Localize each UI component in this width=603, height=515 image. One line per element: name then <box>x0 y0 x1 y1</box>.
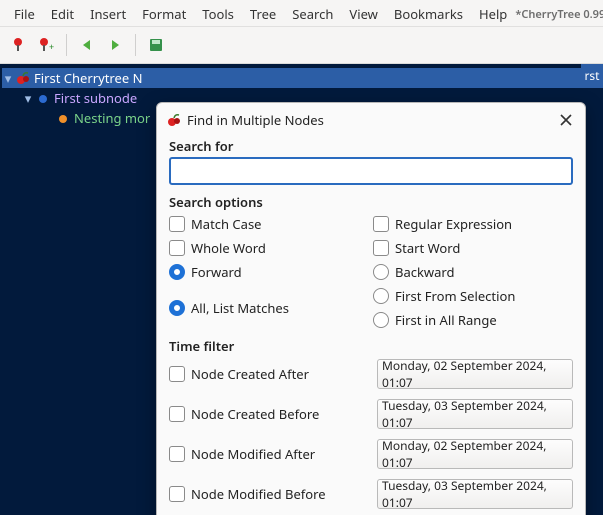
expand-icon[interactable]: ▾ <box>2 68 14 88</box>
date-modified-before-button[interactable]: Tuesday, 03 September 2024, 01:07 <box>377 479 573 509</box>
opt-whole-word[interactable]: Whole Word <box>169 239 369 257</box>
tree-node-label: First subnode <box>52 88 137 108</box>
search-for-label: Search for <box>169 137 573 155</box>
checkbox-icon[interactable] <box>169 366 185 382</box>
radio-icon[interactable] <box>169 264 185 280</box>
opt-backward[interactable]: Backward <box>373 263 573 281</box>
pin-red-icon[interactable] <box>6 33 30 57</box>
opt-label: Regular Expression <box>395 215 512 233</box>
menu-view[interactable]: View <box>341 3 385 25</box>
tree-node-label: Nesting mor <box>72 108 150 128</box>
cherry-icon <box>165 113 183 127</box>
time-filter-label: Time filter <box>169 337 573 355</box>
menu-file[interactable]: File <box>6 3 43 25</box>
radio-icon[interactable] <box>373 264 389 280</box>
opt-label: Node Modified After <box>191 445 315 463</box>
nav-back-icon[interactable] <box>75 33 99 57</box>
menu-search[interactable]: Search <box>284 3 341 25</box>
opt-created-before[interactable]: Node Created Before <box>169 405 369 423</box>
toolbar: + <box>0 27 603 64</box>
opt-label: All, List Matches <box>191 299 289 317</box>
opt-label: First in All Range <box>395 311 497 329</box>
checkbox-icon[interactable] <box>169 446 185 462</box>
opt-label: Whole Word <box>191 239 266 257</box>
dialog-titlebar[interactable]: Find in Multiple Nodes <box>165 109 577 131</box>
expand-icon[interactable]: ▾ <box>22 88 34 108</box>
toolbar-separator <box>66 34 67 56</box>
menu-tools[interactable]: Tools <box>194 3 242 25</box>
radio-icon[interactable] <box>169 300 185 316</box>
cherry-orange-icon <box>54 111 72 125</box>
menu-insert[interactable]: Insert <box>82 3 134 25</box>
tree-node-label: First Cherrytree N <box>32 68 142 88</box>
opt-label: Node Created After <box>191 365 309 383</box>
opt-label: Start Word <box>395 239 460 257</box>
checkbox-icon[interactable] <box>373 216 389 232</box>
opt-created-after[interactable]: Node Created After <box>169 365 369 383</box>
checkbox-icon[interactable] <box>169 486 185 502</box>
nav-forward-icon[interactable] <box>103 33 127 57</box>
time-filter-grid: Node Created After Monday, 02 September … <box>169 359 573 509</box>
menu-format[interactable]: Format <box>134 3 194 25</box>
opt-start-word[interactable]: Start Word <box>373 239 573 257</box>
radio-icon[interactable] <box>373 288 389 304</box>
opt-regex[interactable]: Regular Expression <box>373 215 573 233</box>
cherry-red-icon <box>14 71 32 85</box>
opt-label: Forward <box>191 263 242 281</box>
checkbox-icon[interactable] <box>373 240 389 256</box>
workarea: rst ▾ First Cherrytree N ▾ First subnode… <box>0 64 603 515</box>
date-modified-after-button[interactable]: Monday, 02 September 2024, 01:07 <box>377 439 573 469</box>
toolbar-separator <box>135 34 136 56</box>
date-created-before-button[interactable]: Tuesday, 03 September 2024, 01:07 <box>377 399 573 429</box>
save-icon[interactable] <box>144 33 168 57</box>
svg-text:+: + <box>49 40 54 53</box>
opt-label: Node Modified Before <box>191 485 326 503</box>
opt-first-selection[interactable]: First From Selection <box>373 287 573 305</box>
search-options-label: Search options <box>169 193 573 211</box>
find-in-multiple-nodes-dialog: Find in Multiple Nodes Search for Search… <box>156 102 586 515</box>
checkbox-icon[interactable] <box>169 240 185 256</box>
cherry-blue-icon <box>34 91 52 105</box>
tree-row-root[interactable]: ▾ First Cherrytree N <box>2 68 603 88</box>
opt-label: Match Case <box>191 215 262 233</box>
opt-forward[interactable]: Forward <box>169 263 369 281</box>
radio-icon[interactable] <box>373 312 389 328</box>
menubar: File Edit Insert Format Tools Tree Searc… <box>0 0 603 27</box>
opt-match-case[interactable]: Match Case <box>169 215 369 233</box>
search-options-grid: Match Case Regular Expression Whole Word… <box>169 215 573 329</box>
date-created-after-button[interactable]: Monday, 02 September 2024, 01:07 <box>377 359 573 389</box>
editor-peek: rst <box>581 64 603 86</box>
opt-all-list[interactable]: All, List Matches <box>169 299 369 317</box>
dialog-title: Find in Multiple Nodes <box>183 111 324 129</box>
menu-edit[interactable]: Edit <box>43 3 82 25</box>
opt-label: First From Selection <box>395 287 515 305</box>
menu-bookmarks[interactable]: Bookmarks <box>386 3 471 25</box>
opt-label: Node Created Before <box>191 405 319 423</box>
opt-first-range[interactable]: First in All Range <box>373 311 573 329</box>
close-icon[interactable] <box>555 109 577 131</box>
opt-modified-before[interactable]: Node Modified Before <box>169 485 369 503</box>
menu-tree[interactable]: Tree <box>242 3 284 25</box>
checkbox-icon[interactable] <box>169 216 185 232</box>
menu-help[interactable]: Help <box>471 3 515 25</box>
window-title: *CherryTree 0.99.43 <box>515 7 603 22</box>
search-input[interactable] <box>169 157 573 185</box>
pin-red-add-icon[interactable]: + <box>34 33 58 57</box>
opt-modified-after[interactable]: Node Modified After <box>169 445 369 463</box>
opt-label: Backward <box>395 263 455 281</box>
checkbox-icon[interactable] <box>169 406 185 422</box>
